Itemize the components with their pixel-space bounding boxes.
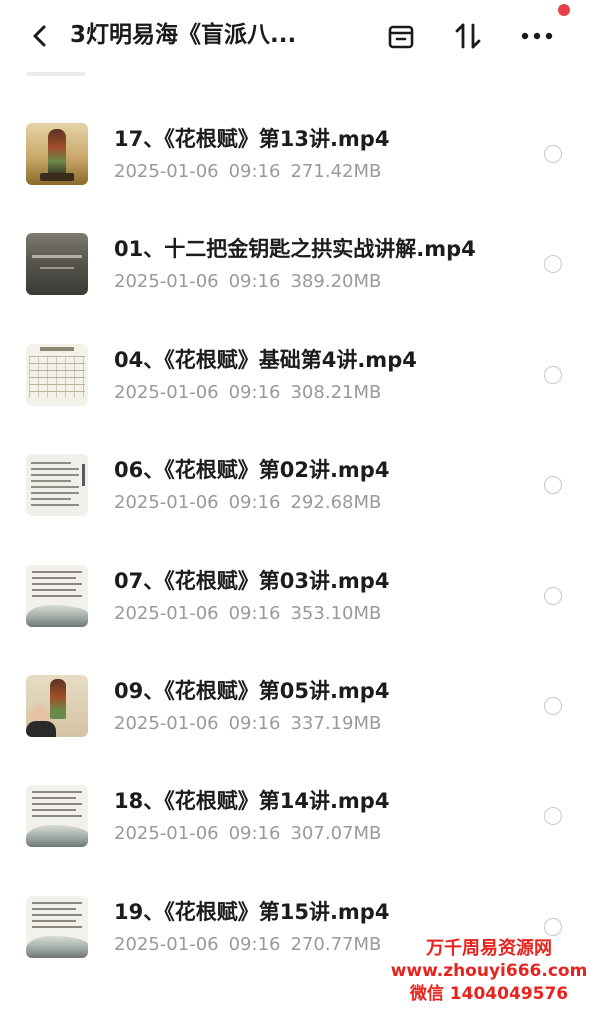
file-date: 2025-01-06 xyxy=(114,934,219,955)
select-radio[interactable] xyxy=(544,145,562,163)
file-size: 353.10MB xyxy=(290,603,382,624)
video-thumbnail xyxy=(26,565,88,627)
select-radio[interactable] xyxy=(544,255,562,273)
file-time: 09:16 xyxy=(228,823,281,844)
file-time: 09:16 xyxy=(228,161,281,182)
watermark-wechat: 微信 1404049576 xyxy=(409,984,569,1004)
file-date: 2025-01-06 xyxy=(114,161,219,182)
notification-dot xyxy=(558,4,570,16)
more-icon xyxy=(521,32,553,40)
file-date: 2025-01-06 xyxy=(114,492,219,513)
page-title: 3灯明易海《盲派八... xyxy=(70,22,297,48)
file-size: 307.07MB xyxy=(290,823,382,844)
watermark-url: www.zhouyi666.com xyxy=(390,961,588,981)
file-row[interactable]: 04、《花根赋》基础第4讲.mp4 2025-01-06 09:16 308.21MB xyxy=(0,344,599,454)
select-radio[interactable] xyxy=(544,697,562,715)
video-thumbnail xyxy=(26,233,88,295)
top-bar: 3灯明易海《盲派八... xyxy=(0,0,599,72)
select-radio[interactable] xyxy=(544,587,562,605)
file-row[interactable]: 01、十二把金钥匙之拱实战讲解.mp4 2025-01-06 09:16 389.20… xyxy=(0,233,599,343)
file-date: 2025-01-06 xyxy=(114,603,219,624)
video-thumbnail xyxy=(26,344,88,406)
file-date: 2025-01-06 xyxy=(114,823,219,844)
file-meta: 2025-01-06 09:16 389.20MB xyxy=(114,270,391,294)
file-name: 09、《花根赋》第05讲.mp4 xyxy=(114,679,390,703)
file-name: 17、《花根赋》第13讲.mp4 xyxy=(114,127,390,151)
file-name: 01、十二把金钥匙之拱实战讲解.mp4 xyxy=(114,237,476,261)
file-name: 19、《花根赋》第15讲.mp4 xyxy=(114,900,390,924)
watermark-site-name: 万千周易资源网 xyxy=(426,938,552,959)
select-box-icon xyxy=(388,25,414,49)
previous-thumbnail-edge xyxy=(26,72,86,76)
select-radio[interactable] xyxy=(544,476,562,494)
file-meta: 2025-01-06 09:16 292.68MB xyxy=(114,491,391,515)
video-thumbnail xyxy=(26,896,88,958)
video-thumbnail xyxy=(26,785,88,847)
file-name: 04、《花根赋》基础第4讲.mp4 xyxy=(114,348,417,372)
file-time: 09:16 xyxy=(228,603,281,624)
file-meta: 2025-01-06 09:16 337.19MB xyxy=(114,712,391,736)
select-radio[interactable] xyxy=(544,366,562,384)
select-radio[interactable] xyxy=(544,807,562,825)
file-name: 18、《花根赋》第14讲.mp4 xyxy=(114,789,390,813)
file-meta: 2025-01-06 09:16 307.07MB xyxy=(114,822,391,846)
file-row[interactable]: 07、《花根赋》第03讲.mp4 2025-01-06 09:16 353.10MB xyxy=(0,565,599,675)
file-date: 2025-01-06 xyxy=(114,382,219,403)
file-meta: 2025-01-06 09:16 308.21MB xyxy=(114,381,391,405)
file-time: 09:16 xyxy=(228,382,281,403)
file-meta: 2025-01-06 09:16 270.77MB xyxy=(114,933,391,957)
file-size: 308.21MB xyxy=(290,382,382,403)
file-name: 06、《花根赋》第02讲.mp4 xyxy=(114,458,390,482)
file-size: 292.68MB xyxy=(290,492,382,513)
file-name: 07、《花根赋》第03讲.mp4 xyxy=(114,569,390,593)
file-date: 2025-01-06 xyxy=(114,271,219,292)
file-size: 271.42MB xyxy=(290,161,382,182)
file-time: 09:16 xyxy=(228,492,281,513)
more-button[interactable] xyxy=(517,16,557,56)
watermark: 万千周易资源网 www.zhouyi666.com 微信 1404049576 xyxy=(389,937,589,1006)
video-thumbnail xyxy=(26,675,88,737)
file-meta: 2025-01-06 09:16 271.42MB xyxy=(114,160,391,184)
select-all-button[interactable] xyxy=(381,16,421,56)
file-row[interactable]: 09、《花根赋》第05讲.mp4 2025-01-06 09:16 337.19MB xyxy=(0,675,599,785)
video-thumbnail xyxy=(26,454,88,516)
select-radio[interactable] xyxy=(544,918,562,936)
file-time: 09:16 xyxy=(228,713,281,734)
file-time: 09:16 xyxy=(228,271,281,292)
file-row[interactable]: 18、《花根赋》第14讲.mp4 2025-01-06 09:16 307.07MB xyxy=(0,785,599,895)
file-size: 337.19MB xyxy=(290,713,382,734)
chevron-left-icon xyxy=(33,25,46,47)
file-meta: 2025-01-06 09:16 353.10MB xyxy=(114,602,391,626)
file-time: 09:16 xyxy=(228,934,281,955)
video-thumbnail xyxy=(26,123,88,185)
file-date: 2025-01-06 xyxy=(114,713,219,734)
file-row[interactable]: 17、《花根赋》第13讲.mp4 2025-01-06 09:16 271.42MB xyxy=(0,123,599,233)
file-size: 270.77MB xyxy=(290,934,382,955)
file-row[interactable]: 06、《花根赋》第02讲.mp4 2025-01-06 09:16 292.68MB xyxy=(0,454,599,564)
file-size: 389.20MB xyxy=(290,271,382,292)
sort-icon xyxy=(455,23,481,49)
back-button[interactable] xyxy=(22,18,58,54)
sort-button[interactable] xyxy=(448,16,488,56)
